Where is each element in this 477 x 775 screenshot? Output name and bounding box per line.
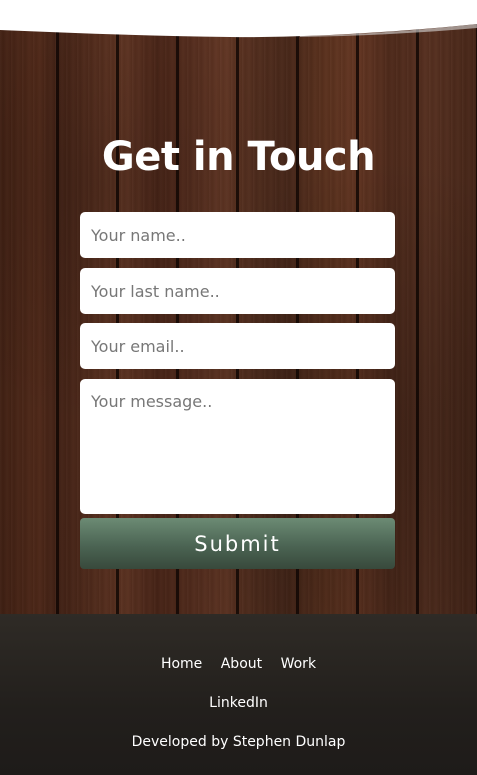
footer-link-about[interactable]: About xyxy=(221,656,262,672)
footer-linkedin-row: LinkedIn xyxy=(0,695,477,711)
footer: Home About Work LinkedIn Developed by St… xyxy=(0,614,477,775)
footer-link-linkedin[interactable]: LinkedIn xyxy=(209,695,268,711)
footer-nav: Home About Work xyxy=(0,656,477,672)
submit-button[interactable]: Submit xyxy=(80,518,395,569)
top-wave-divider xyxy=(0,0,477,38)
footer-credit: Developed by Stephen Dunlap xyxy=(131,734,346,750)
last-name-input[interactable] xyxy=(80,268,395,314)
email-input[interactable] xyxy=(80,323,395,369)
message-textarea[interactable] xyxy=(80,379,395,514)
page: Get in Touch Submit Home About Work Link… xyxy=(0,0,477,775)
footer-link-work[interactable]: Work xyxy=(281,656,316,672)
footer-link-home[interactable]: Home xyxy=(161,656,202,672)
contact-title: Get in Touch xyxy=(101,133,376,180)
name-input[interactable] xyxy=(80,212,395,258)
